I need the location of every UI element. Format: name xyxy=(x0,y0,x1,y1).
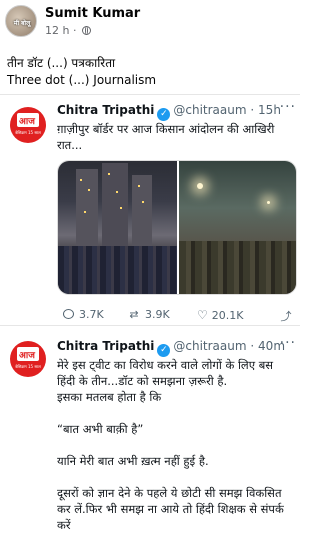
author-avatar[interactable]: मी बोलू xyxy=(5,5,37,37)
post-text-line-2: Three dot (...) Journalism xyxy=(7,73,157,87)
avatar-caption: मी बोलू xyxy=(13,20,31,27)
globe-icon xyxy=(81,26,91,35)
protest-photo-right[interactable] xyxy=(179,161,296,294)
tweet-author-name[interactable]: Chitra Tripathi xyxy=(57,339,154,353)
tweet-avatar[interactable]: आज तक बेसिक्रम 15 साल xyxy=(10,107,46,143)
tweet-text-line: यानि मेरी बात अभी ख़त्म नहीं हुई है. xyxy=(57,454,209,468)
share-icon: ⤴ xyxy=(280,310,292,323)
like-count: 20.1K xyxy=(211,309,244,322)
tweet-text-line: कर लें.फिर भी समझ ना आये तो हिंदी शिक्षक… xyxy=(57,502,284,516)
author-name[interactable]: Sumit Kumar xyxy=(45,6,140,21)
retweet-button[interactable]: ⇄ 3.9K xyxy=(127,308,170,321)
avatar-brand: आज तक xyxy=(19,117,35,140)
tweet-text-line: रात... xyxy=(57,138,83,152)
tweet-text-line: इसका मतलब होता है कि xyxy=(57,390,162,404)
tweet-time[interactable]: 15h xyxy=(258,103,281,117)
share-button[interactable]: ⤴ xyxy=(279,308,297,324)
avatar-brand: आज तक xyxy=(19,351,35,374)
heart-icon: ♡ xyxy=(197,308,208,322)
avatar-subtitle: बेसिक्रम 15 साल xyxy=(15,130,41,135)
reply-icon xyxy=(63,309,74,319)
tweet-actions: 3.7K ⇄ 3.9K ♡ 20.1K ⤴ xyxy=(57,308,297,326)
tweet-header: Chitra Tripathi ✓ @chitraaum · 15h xyxy=(57,103,281,121)
tweet-handle[interactable]: @chitraaum xyxy=(173,339,246,353)
tweet-header: Chitra Tripathi ✓ @chitraaum · 40m xyxy=(57,339,285,357)
tweet-separator: · xyxy=(250,339,255,353)
tweet-text-line: “बात अभी बाक़ी है” xyxy=(57,422,144,436)
post-time[interactable]: 12 h xyxy=(45,24,69,37)
tweet-text-line: मेरे इस ट्वीट का विरोध करने वाले लोगों क… xyxy=(57,358,274,372)
more-icon[interactable]: ··· xyxy=(280,335,296,351)
tweet-divider xyxy=(0,325,300,326)
like-button[interactable]: ♡ 20.1K xyxy=(197,308,243,322)
tweet-separator: · xyxy=(250,103,255,117)
verified-icon: ✓ xyxy=(157,108,171,121)
tweet-author-name[interactable]: Chitra Tripathi xyxy=(57,103,154,117)
post-header: मी बोलू Sumit Kumar 12 h · xyxy=(0,0,300,46)
tweet-text-line: हिंदी के तीन...डॉट को समझना ज़रूरी है. xyxy=(57,374,228,388)
tweet-media[interactable] xyxy=(57,160,297,295)
retweet-icon: ⇄ xyxy=(129,308,139,321)
tweet-text-line: दूसरों को ज्ञान देने के पहले ये छोटी सी … xyxy=(57,486,282,500)
reply-count: 3.7K xyxy=(79,308,104,321)
tweet-handle[interactable]: @chitraaum xyxy=(173,103,246,117)
avatar-subtitle: बेसिक्रम 15 साल xyxy=(15,364,41,369)
tweet-text-line: ग़ाज़ीपुर बॉर्डर पर आज किसान आंदोलन की आ… xyxy=(57,122,275,136)
tweet-text-line: करें xyxy=(57,518,71,532)
post-text-line-1: तीन डॉट (...) पत्रकारिता xyxy=(7,56,116,70)
reply-button[interactable]: 3.7K xyxy=(63,308,104,321)
post-meta: 12 h · xyxy=(45,24,91,37)
verified-icon: ✓ xyxy=(157,344,171,357)
meta-separator: · xyxy=(72,24,77,37)
tweet-avatar[interactable]: आज तक बेसिक्रम 15 साल xyxy=(10,341,46,377)
more-icon[interactable]: ··· xyxy=(280,99,296,115)
retweet-count: 3.9K xyxy=(145,308,170,321)
protest-photo-left[interactable] xyxy=(58,161,177,294)
tweet-screenshot[interactable]: आज तक बेसिक्रम 15 साल Chitra Tripathi ✓ @c… xyxy=(0,94,300,533)
